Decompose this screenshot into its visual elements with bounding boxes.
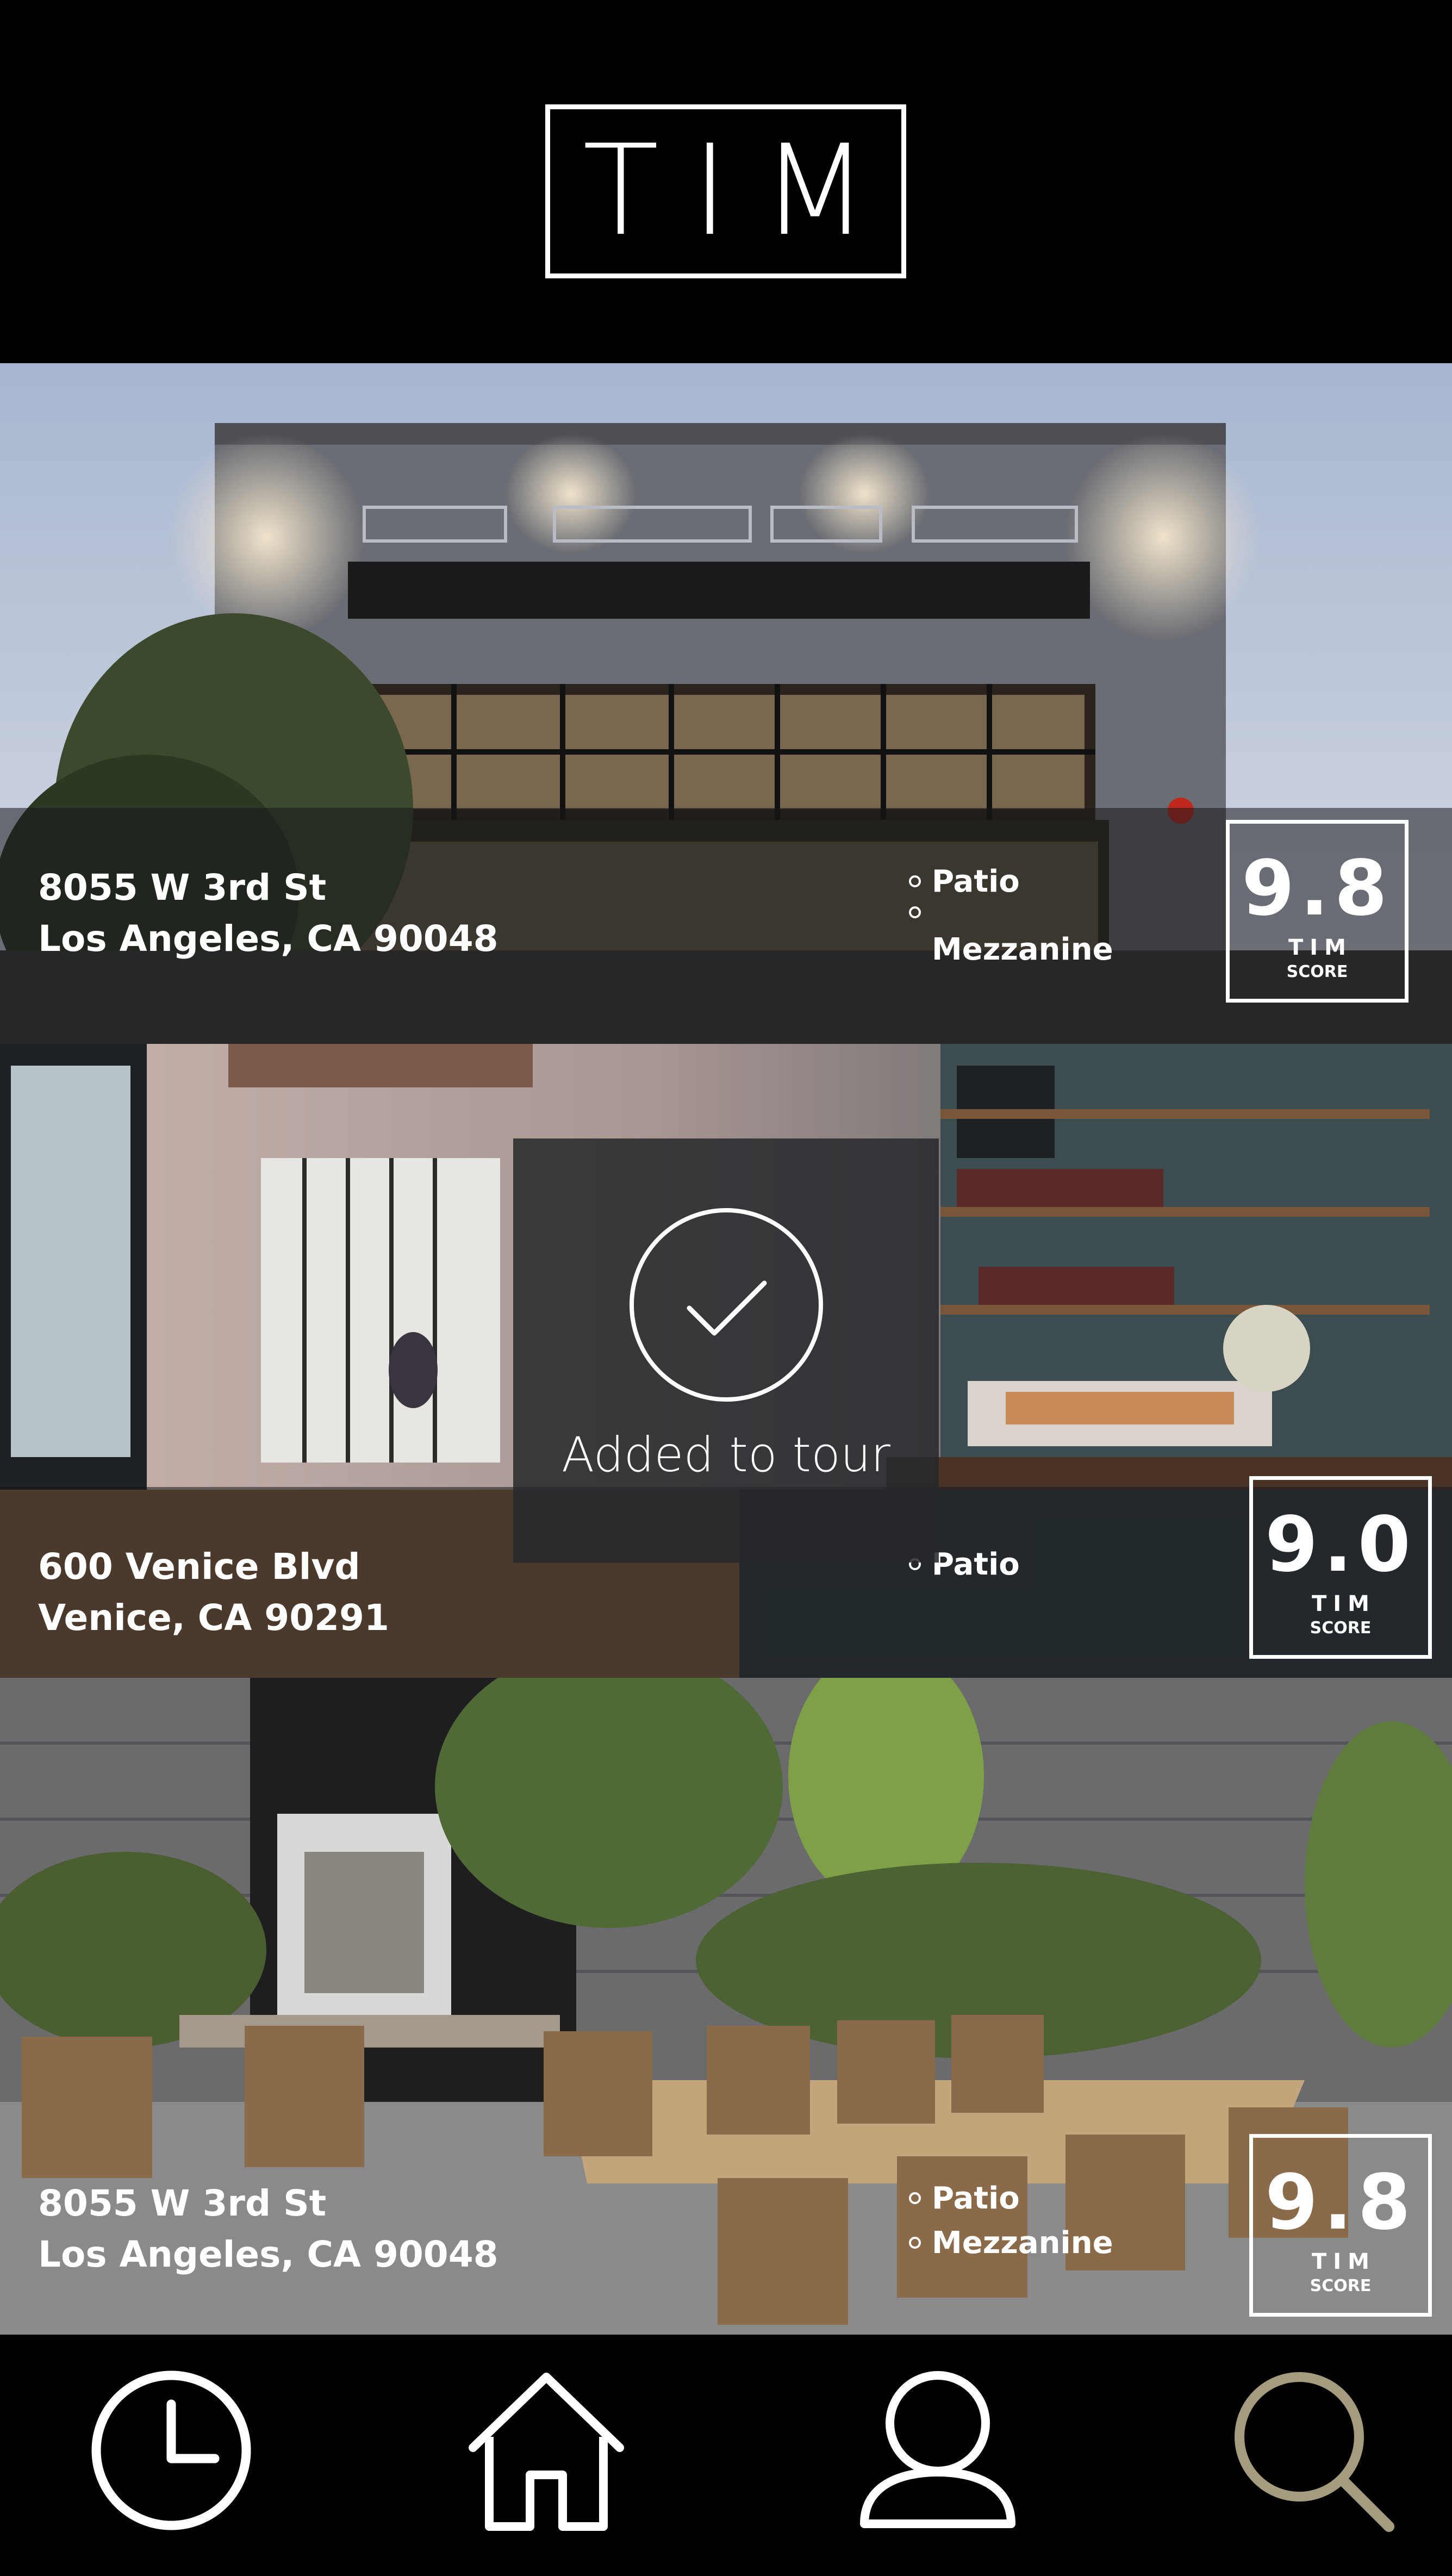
- bullet-icon: [909, 875, 921, 887]
- bullet-icon: [909, 906, 921, 918]
- bullet-icon: [909, 2192, 921, 2204]
- score-brand: TIM: [1312, 1591, 1376, 1616]
- check-circle-icon: [630, 1208, 823, 1402]
- address-line-2: Venice, CA 90291: [38, 1597, 389, 1639]
- tim-score-badge: 9.8 TIM SCORE: [1226, 820, 1409, 1003]
- score-value: 9.8: [1241, 844, 1393, 933]
- score-label: SCORE: [1310, 1619, 1372, 1638]
- nav-history-button[interactable]: [82, 2361, 261, 2540]
- address-line-1: 8055 W 3rd St: [38, 867, 327, 909]
- nav-home-button[interactable]: [457, 2361, 636, 2540]
- added-to-tour-toast: Added to tour: [513, 1138, 939, 1563]
- address-line-2: Los Angeles, CA 90048: [38, 2233, 498, 2275]
- address-line-2: Los Angeles, CA 90048: [38, 918, 498, 960]
- score-brand: TIM: [1288, 935, 1353, 960]
- listing-card-1[interactable]: 8055 W 3rd St Los Angeles, CA 90048 Pati…: [0, 363, 1452, 1044]
- search-icon: [1235, 2372, 1394, 2532]
- listing-address: 8055 W 3rd St Los Angeles, CA 90048: [38, 2178, 498, 2280]
- score-brand: TIM: [1312, 2249, 1376, 2274]
- score-value: 9.8: [1264, 2158, 1416, 2247]
- bullet-icon: [909, 2237, 921, 2249]
- tim-logo[interactable]: TIM: [545, 104, 906, 278]
- app-header: TIM: [0, 0, 1452, 363]
- clock-icon: [91, 2370, 251, 2530]
- address-line-1: 8055 W 3rd St: [38, 2182, 327, 2224]
- listing-address: 8055 W 3rd St Los Angeles, CA 90048: [38, 862, 498, 965]
- tim-score-badge: 9.0 TIM SCORE: [1249, 1476, 1432, 1659]
- user-icon: [860, 2371, 1015, 2528]
- nav-profile-button[interactable]: [848, 2361, 1027, 2540]
- tim-score-badge: 9.8 TIM SCORE: [1249, 2134, 1432, 2317]
- toast-message: Added to tour: [562, 1427, 890, 1483]
- score-label: SCORE: [1286, 962, 1348, 981]
- score-label: SCORE: [1310, 2276, 1372, 2295]
- listing-address: 600 Venice Blvd Venice, CA 90291: [38, 1541, 389, 1644]
- logo-text: TIM: [582, 119, 902, 264]
- address-line-1: 600 Venice Blvd: [38, 1546, 360, 1588]
- bottom-nav: [0, 2335, 1452, 2576]
- score-value: 9.0: [1264, 1501, 1416, 1589]
- listing-card-3[interactable]: 8055 W 3rd St Los Angeles, CA 90048 Pati…: [0, 1678, 1452, 2335]
- nav-search-button[interactable]: [1223, 2361, 1403, 2540]
- home-icon: [469, 2373, 624, 2531]
